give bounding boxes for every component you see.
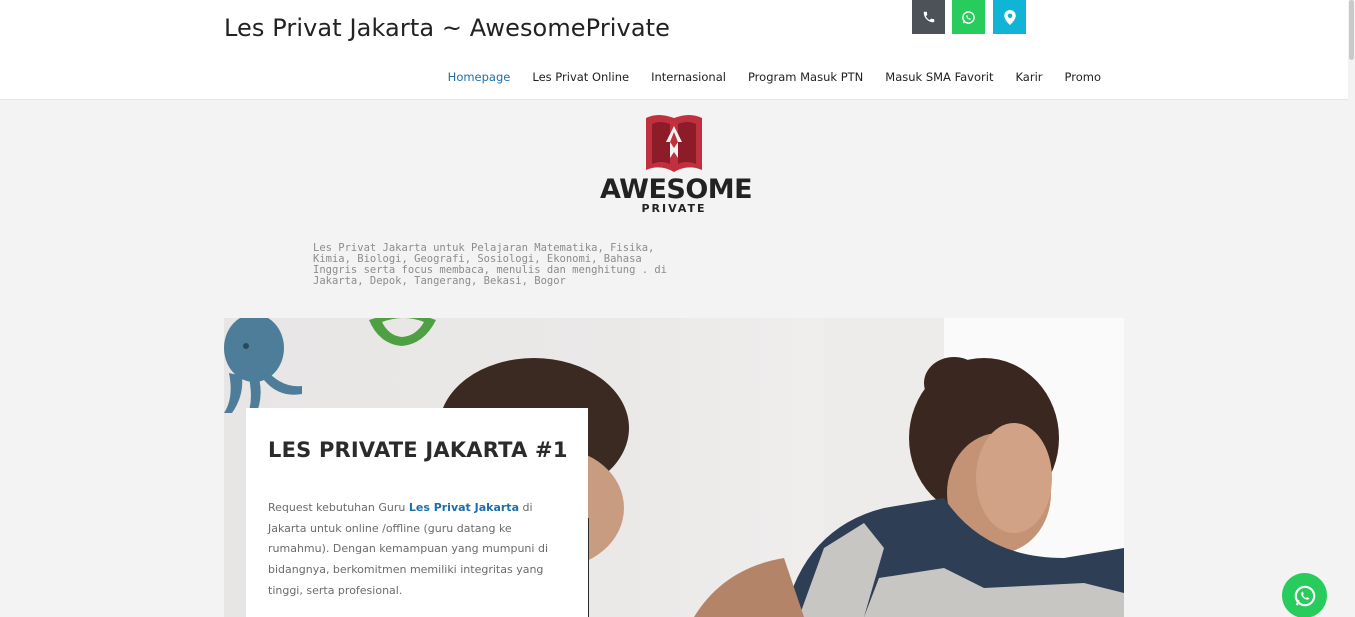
hero-link[interactable]: Les Privat Jakarta bbox=[409, 501, 519, 514]
hero-card: LES PRIVATE JAKARTA #1 Request kebutuhan… bbox=[246, 408, 588, 617]
logo-subtitle: PRIVATE bbox=[641, 202, 707, 215]
nav-masuk-sma-favorit[interactable]: Masuk SMA Favorit bbox=[874, 70, 1004, 84]
logo-wordmark: AWESOME bbox=[600, 174, 753, 205]
scrollbar-thumb[interactable] bbox=[1349, 0, 1354, 60]
main-nav: Homepage Les Privat Online Internasional… bbox=[437, 70, 1112, 84]
location-button[interactable] bbox=[993, 0, 1026, 34]
phone-icon bbox=[923, 11, 934, 23]
nav-les-privat-online[interactable]: Les Privat Online bbox=[521, 70, 640, 84]
whatsapp-button[interactable] bbox=[952, 0, 985, 34]
hero-text-before: Request kebutuhan Guru bbox=[268, 501, 409, 514]
book-mark-icon bbox=[646, 115, 702, 172]
nav-internasional[interactable]: Internasional bbox=[640, 70, 737, 84]
nav-karir[interactable]: Karir bbox=[1004, 70, 1053, 84]
floating-whatsapp-button[interactable] bbox=[1282, 573, 1327, 617]
map-marker-icon bbox=[1003, 9, 1016, 25]
whatsapp-icon bbox=[1294, 585, 1315, 606]
site-header: Les Privat Jakarta ~ AwesomePrivate Home… bbox=[0, 0, 1348, 100]
whatsapp-icon bbox=[962, 10, 975, 24]
site-title[interactable]: Les Privat Jakarta ~ AwesomePrivate bbox=[224, 14, 670, 42]
hero-text-after: di Jakarta untuk online /offline (guru d… bbox=[268, 501, 548, 597]
hero-title: LES PRIVATE JAKARTA #1 bbox=[268, 438, 568, 462]
scrollbar[interactable] bbox=[1348, 0, 1355, 617]
nav-promo[interactable]: Promo bbox=[1054, 70, 1112, 84]
brand-logo[interactable]: AWESOME PRIVATE bbox=[600, 112, 753, 218]
phone-button[interactable] bbox=[912, 0, 945, 34]
nav-program-masuk-ptn[interactable]: Program Masuk PTN bbox=[737, 70, 874, 84]
nav-homepage[interactable]: Homepage bbox=[437, 70, 522, 84]
site-tagline: Les Privat Jakarta untuk Pelajaran Matem… bbox=[313, 242, 668, 287]
hero-description: Request kebutuhan Guru Les Privat Jakart… bbox=[268, 498, 568, 602]
